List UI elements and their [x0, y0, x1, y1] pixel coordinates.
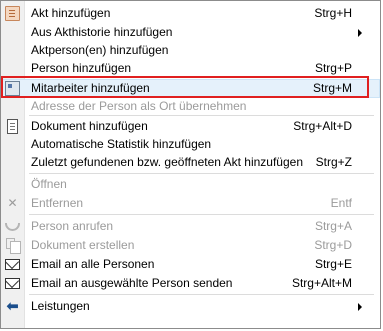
- menu-item-dokument-hinzufuegen[interactable]: Dokument hinzufügen Strg+Alt+D: [1, 117, 380, 136]
- menu-separator: [29, 173, 374, 174]
- menu-item-shortcut: Strg+H: [314, 6, 352, 20]
- mail-icon: [5, 259, 20, 270]
- menu-item-shortcut: Strg+P: [314, 61, 352, 75]
- menu-item-email-alle-personen[interactable]: Email an alle Personen Strg+E: [1, 255, 380, 274]
- menu-item-label: Person hinzufügen: [31, 61, 132, 75]
- menu-item-label: Zuletzt gefundenen bzw. geöffneten Akt h…: [31, 155, 303, 169]
- menu-item-label: Aus Akthistorie hinzufügen: [31, 25, 173, 39]
- menu-item-label: Mitarbeiter hinzufügen: [31, 81, 150, 95]
- akt-icon: [5, 6, 20, 21]
- menu-item-entfernen: ✕ Entfernen Entf: [1, 194, 380, 213]
- menu-item-zuletzt-gefundenen-akt[interactable]: Zuletzt gefundenen bzw. geöffneten Akt h…: [1, 153, 380, 172]
- menu-item-email-ausgewaehlte-person[interactable]: Email an ausgewählte Person senden Strg+…: [1, 274, 380, 293]
- submenu-arrow-icon: [358, 29, 362, 37]
- menu-item-label: Person anrufen: [31, 219, 114, 233]
- menu-item-shortcut: Strg+M: [312, 81, 352, 95]
- menu-item-label: Entfernen: [31, 196, 84, 210]
- menu-item-label: Akt hinzufügen: [31, 6, 111, 20]
- copy-icon: [6, 238, 21, 254]
- menu-item-mitarbeiter-hinzufuegen[interactable]: Mitarbeiter hinzufügen Strg+M: [1, 79, 380, 98]
- menu-separator: [29, 214, 374, 215]
- mail-icon: [5, 278, 20, 289]
- menu-item-shortcut: Strg+D: [314, 238, 352, 252]
- menu-item-shortcut: Strg+Alt+D: [293, 119, 352, 133]
- menu-item-automatische-statistik[interactable]: Automatische Statistik hinzufügen: [1, 135, 380, 154]
- menu-item-label: Öffnen: [31, 177, 67, 191]
- menu-item-label: Adresse der Person als Ort übernehmen: [31, 99, 247, 113]
- menu-item-oeffnen: Öffnen: [1, 175, 380, 194]
- menu-item-person-anrufen: Person anrufen Strg+A: [1, 217, 380, 236]
- menu-item-label: Email an alle Personen: [31, 257, 155, 271]
- menu-item-label: Automatische Statistik hinzufügen: [31, 137, 212, 151]
- phone-icon: [5, 223, 20, 231]
- menu-item-shortcut: Entf: [330, 196, 352, 210]
- menu-item-aktperson-hinzufuegen[interactable]: Aktperson(en) hinzufügen: [1, 41, 380, 60]
- context-menu: Akt hinzufügen Strg+H Aus Akthistorie hi…: [0, 0, 381, 329]
- menu-item-shortcut: Strg+E: [314, 257, 352, 271]
- menu-item-leistungen[interactable]: ⬅ Leistungen: [1, 297, 380, 316]
- menu-item-adresse-uebernehmen: Adresse der Person als Ort übernehmen: [1, 97, 380, 116]
- remove-icon: ✕: [7, 196, 18, 210]
- menu-item-dokument-erstellen: Dokument erstellen Strg+D: [1, 236, 380, 255]
- menu-item-label: Email an ausgewählte Person senden: [31, 276, 233, 290]
- arrow-left-icon: ⬅: [6, 298, 19, 315]
- menu-separator: [29, 115, 374, 116]
- menu-item-shortcut: Strg+Z: [315, 155, 352, 169]
- menu-item-label: Leistungen: [31, 299, 90, 313]
- mitarbeiter-icon: [5, 81, 20, 96]
- menu-separator: [29, 294, 374, 295]
- menu-item-label: Aktperson(en) hinzufügen: [31, 43, 169, 57]
- menu-item-aus-akthistorie[interactable]: Aus Akthistorie hinzufügen: [1, 23, 380, 42]
- menu-item-shortcut: Strg+Alt+M: [291, 276, 352, 290]
- menu-item-akt-hinzufuegen[interactable]: Akt hinzufügen Strg+H: [1, 4, 380, 23]
- menu-item-label: Dokument erstellen: [31, 238, 135, 252]
- menu-item-label: Dokument hinzufügen: [31, 119, 148, 133]
- document-icon: [7, 119, 18, 134]
- menu-item-person-hinzufuegen[interactable]: Person hinzufügen Strg+P: [1, 59, 380, 78]
- menu-item-shortcut: Strg+A: [314, 219, 352, 233]
- submenu-arrow-icon: [358, 303, 362, 311]
